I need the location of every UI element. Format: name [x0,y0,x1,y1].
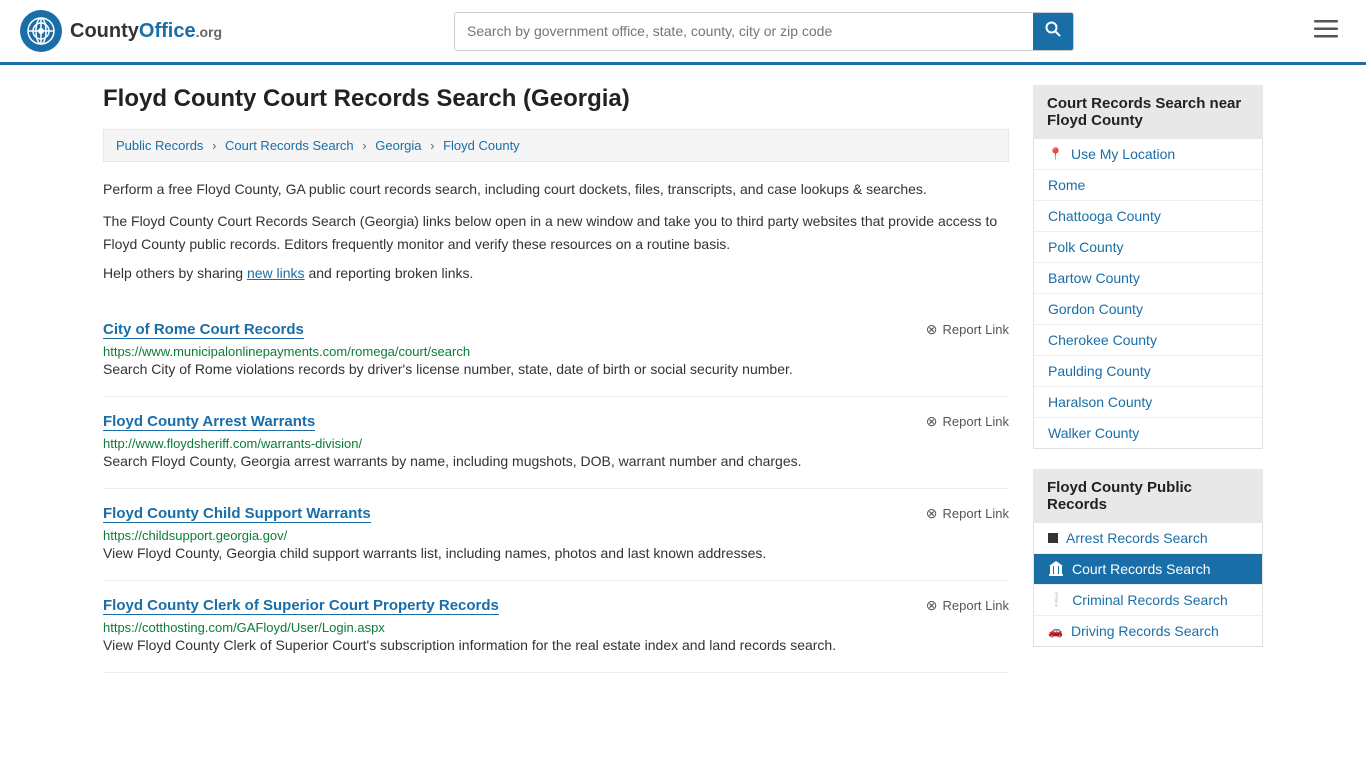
sidebar-item-cherokee[interactable]: Cherokee County [1034,325,1262,356]
criminal-icon: ❕ [1048,592,1064,608]
sidebar-item-haralson[interactable]: Haralson County [1034,387,1262,418]
record-title-1[interactable]: Floyd County Arrest Warrants [103,413,315,431]
sidebar-public-records-section: Floyd County Public Records Arrest Recor… [1033,469,1263,647]
breadcrumb-georgia[interactable]: Georgia [375,138,421,153]
sidebar-public-records-header: Floyd County Public Records [1033,469,1263,523]
court-icon [1048,561,1064,577]
sidebar-criminal-records[interactable]: ❕ Criminal Records Search [1034,585,1262,616]
page-title: Floyd County Court Records Search (Georg… [103,85,1009,113]
report-icon-0: ⊗ [926,321,938,338]
gordon-link[interactable]: Gordon County [1034,294,1262,324]
sidebar-public-records-list: Arrest Records Search [1033,523,1263,647]
breadcrumb-floyd-county[interactable]: Floyd County [443,138,520,153]
cherokee-link[interactable]: Cherokee County [1034,325,1262,355]
record-title-0[interactable]: City of Rome Court Records [103,321,304,339]
record-title-2[interactable]: Floyd County Child Support Warrants [103,505,371,523]
breadcrumb: Public Records › Court Records Search › … [103,129,1009,162]
sidebar-item-paulding[interactable]: Paulding County [1034,356,1262,387]
court-records-link[interactable]: Court Records Search [1034,554,1262,584]
record-item-2: Floyd County Child Support Warrants ⊗ Re… [103,489,1009,581]
record-url-0[interactable]: https://www.municipalonlinepayments.com/… [103,344,470,359]
search-box [454,12,1074,51]
polk-link[interactable]: Polk County [1034,232,1262,262]
sidebar-nearby-section: Court Records Search near Floyd County 📍… [1033,85,1263,449]
report-icon-3: ⊗ [926,597,938,614]
record-url-1[interactable]: http://www.floydsheriff.com/warrants-div… [103,436,362,451]
logo-area: CountyOffice.org [20,10,222,52]
site-header: CountyOffice.org [0,0,1366,65]
logo-text: CountyOffice.org [70,20,222,43]
intro-paragraph-1: Perform a free Floyd County, GA public c… [103,178,1009,200]
sidebar-court-records[interactable]: Court Records Search [1034,554,1262,585]
record-item-0: City of Rome Court Records ⊗ Report Link… [103,305,1009,397]
sidebar-item-use-my-location[interactable]: 📍 Use My Location [1034,139,1262,170]
haralson-link[interactable]: Haralson County [1034,387,1262,417]
new-links-link[interactable]: new links [247,265,305,281]
criminal-records-link[interactable]: ❕ Criminal Records Search [1034,585,1262,615]
content-area: Floyd County Court Records Search (Georg… [103,85,1009,673]
report-link-2[interactable]: ⊗ Report Link [926,505,1009,522]
sidebar-item-rome[interactable]: Rome [1034,170,1262,201]
search-button[interactable] [1033,13,1073,50]
sidebar: Court Records Search near Floyd County 📍… [1033,85,1263,673]
menu-button[interactable] [1306,14,1346,48]
location-icon: 📍 [1048,147,1063,161]
sidebar-item-chattooga[interactable]: Chattooga County [1034,201,1262,232]
sidebar-driving-records[interactable]: 🚗 Driving Records Search [1034,616,1262,646]
record-desc-0: Search City of Rome violations records b… [103,359,1009,380]
record-item-3: Floyd County Clerk of Superior Court Pro… [103,581,1009,673]
breadcrumb-public-records[interactable]: Public Records [116,138,203,153]
record-title-3[interactable]: Floyd County Clerk of Superior Court Pro… [103,597,499,615]
main-container: Floyd County Court Records Search (Georg… [83,65,1283,693]
rome-link[interactable]: Rome [1034,170,1262,200]
report-link-3[interactable]: ⊗ Report Link [926,597,1009,614]
sidebar-nearby-header: Court Records Search near Floyd County [1033,85,1263,139]
report-link-0[interactable]: ⊗ Report Link [926,321,1009,338]
walker-link[interactable]: Walker County [1034,418,1262,448]
sidebar-item-polk[interactable]: Polk County [1034,232,1262,263]
sidebar-nearby-list: 📍 Use My Location Rome Chattooga County [1033,139,1263,449]
report-icon-1: ⊗ [926,413,938,430]
record-desc-2: View Floyd County, Georgia child support… [103,543,1009,564]
record-desc-3: View Floyd County Clerk of Superior Cour… [103,635,1009,656]
help-text: Help others by sharing new links and rep… [103,265,1009,281]
sidebar-item-gordon[interactable]: Gordon County [1034,294,1262,325]
chattooga-link[interactable]: Chattooga County [1034,201,1262,231]
driving-records-link[interactable]: 🚗 Driving Records Search [1034,616,1262,646]
search-input[interactable] [455,13,1033,50]
sidebar-item-walker[interactable]: Walker County [1034,418,1262,448]
sidebar-item-bartow[interactable]: Bartow County [1034,263,1262,294]
record-item-1: Floyd County Arrest Warrants ⊗ Report Li… [103,397,1009,489]
report-link-1[interactable]: ⊗ Report Link [926,413,1009,430]
sidebar-arrest-records[interactable]: Arrest Records Search [1034,523,1262,554]
logo-icon [20,10,62,52]
arrest-records-link[interactable]: Arrest Records Search [1034,523,1262,553]
bartow-link[interactable]: Bartow County [1034,263,1262,293]
record-desc-1: Search Floyd County, Georgia arrest warr… [103,451,1009,472]
record-url-2[interactable]: https://childsupport.georgia.gov/ [103,528,287,543]
paulding-link[interactable]: Paulding County [1034,356,1262,386]
arrest-icon [1048,533,1058,543]
intro-paragraph-2: The Floyd County Court Records Search (G… [103,210,1009,255]
search-area [454,12,1074,51]
breadcrumb-court-records[interactable]: Court Records Search [225,138,354,153]
use-my-location-link[interactable]: 📍 Use My Location [1034,139,1262,169]
report-icon-2: ⊗ [926,505,938,522]
driving-icon: 🚗 [1048,624,1063,638]
record-url-3[interactable]: https://cotthosting.com/GAFloyd/User/Log… [103,620,385,635]
